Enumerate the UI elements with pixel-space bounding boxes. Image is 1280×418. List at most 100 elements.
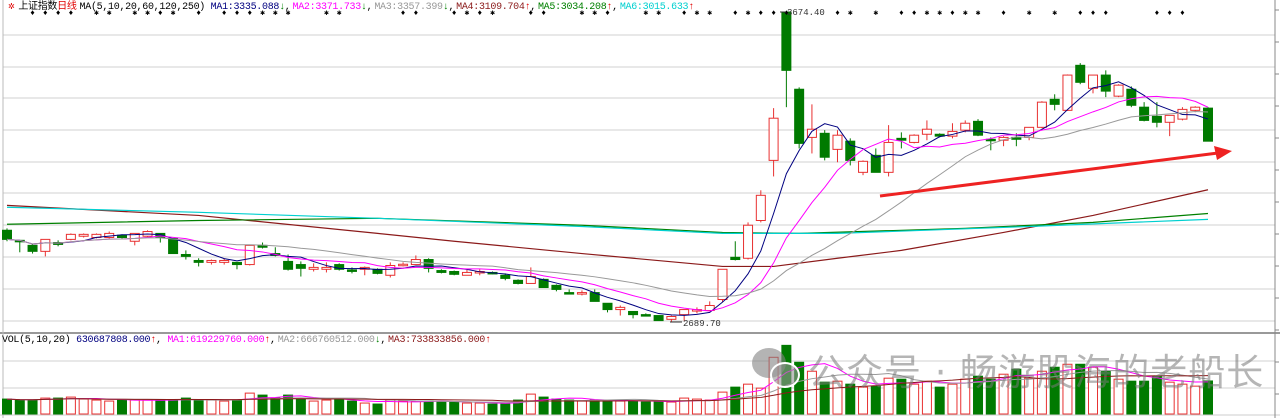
legend-ma6: MA6: 3015.633↑ <box>620 2 694 13</box>
candle-up <box>615 306 626 311</box>
candle-down <box>653 315 664 322</box>
volume-legend: VOL(5,10,20) 630687808.000↑, MA1: 619229… <box>2 335 492 346</box>
legend-label: MA4: <box>456 2 479 13</box>
volume-bar <box>65 396 76 415</box>
candle-up <box>1113 84 1124 97</box>
volume-bar <box>346 400 357 415</box>
diamond-marker-icon: ♦ <box>771 9 776 18</box>
candle-up <box>65 233 76 240</box>
diamond-marker-icon: ♦ <box>1091 9 1096 18</box>
high-price-label: 3674.40 <box>787 8 825 18</box>
volume-bar <box>730 386 741 415</box>
volume-bar <box>743 383 754 415</box>
diamond-marker-icon: ♦ <box>1078 9 1083 18</box>
candle-down <box>295 264 306 269</box>
volume-bar <box>2 398 12 415</box>
star-marker-icon: ✱ <box>1027 9 1032 18</box>
volume-bar <box>474 402 485 415</box>
price-legend: ✲ 上证指数日线 MA(5,10,20,60,120,250) MA1: 3335.… <box>8 1 696 13</box>
star-marker-icon: ✱ <box>746 9 751 18</box>
legend-value: 619229760.000 <box>190 335 265 346</box>
diamond-marker-icon: ♦ <box>950 9 955 18</box>
volume-bar <box>487 403 498 415</box>
star-marker-icon: ✱ <box>1052 9 1057 18</box>
candle-down <box>896 137 907 141</box>
candle-up <box>461 271 472 276</box>
volume-bar <box>308 400 319 415</box>
diamond-marker-icon: ♦ <box>899 9 904 18</box>
legend-label: MA3: <box>388 335 411 346</box>
volume-bar <box>653 401 664 415</box>
candle-up <box>1062 74 1073 111</box>
volume-bar <box>589 399 600 415</box>
candle-up <box>576 292 587 295</box>
star-marker-icon: ✱ <box>925 9 930 18</box>
diamond-marker-icon: ♦ <box>758 9 763 18</box>
star-marker-icon: ✱ <box>976 9 981 18</box>
candle-down <box>513 279 524 284</box>
diamond-marker-icon: ♦ <box>1167 9 1172 18</box>
legend-label: MA2: <box>292 2 316 13</box>
candle-up <box>883 141 894 173</box>
volume-bar <box>525 393 536 415</box>
candle-up <box>40 238 51 252</box>
candle-up <box>1190 106 1201 111</box>
candle-up <box>321 266 332 270</box>
diamond-marker-icon: ♦ <box>1180 9 1185 18</box>
volume-bar <box>666 401 677 415</box>
candle-down <box>500 274 511 279</box>
volume-bar <box>461 402 472 415</box>
legend-label: MA1: <box>167 335 191 346</box>
legend-label: MA5: <box>537 2 561 13</box>
volume-bar <box>104 400 115 415</box>
volume-bar <box>155 399 166 415</box>
volume-bar <box>398 400 409 415</box>
ma-line-ma5 <box>6 212 1209 235</box>
ma-params: MA(5,10,20,60,120,250) <box>79 2 206 13</box>
ma-line-ma3 <box>6 110 1209 297</box>
candle-down <box>794 88 805 144</box>
legend-value: 3357.399 <box>397 2 443 13</box>
candle-down <box>1100 74 1111 92</box>
candle-down <box>1049 98 1060 105</box>
star-marker-icon: ✱ <box>707 9 712 18</box>
volume-bar <box>78 398 89 415</box>
gear-icon[interactable]: ✲ <box>8 2 15 13</box>
wechat-icon-secondary <box>770 362 800 388</box>
period-label[interactable]: 日线 <box>57 1 77 12</box>
candle-down <box>602 302 613 311</box>
watermark-text: 公众号 · 畅游股海的老船长 <box>808 351 1265 394</box>
candle-up <box>909 134 920 143</box>
volume-bar <box>142 399 153 415</box>
candle-up <box>679 309 690 316</box>
legend-label: MA3: <box>374 2 398 13</box>
diamond-marker-icon: ♦ <box>733 9 738 18</box>
volume-bar <box>372 403 383 415</box>
star-marker-icon: ✱ <box>963 9 968 18</box>
candle-down <box>1075 64 1086 83</box>
candle-up <box>308 266 319 270</box>
candle-down <box>628 310 639 316</box>
candle-up <box>1088 74 1099 89</box>
candle-down <box>640 314 651 317</box>
volume-bar <box>615 400 626 415</box>
volume-bar <box>500 403 511 415</box>
volume-bar <box>116 399 127 415</box>
legend-ma3: MA3: 733833856.000↑ <box>388 335 491 346</box>
volume-bar <box>180 397 191 415</box>
candle-up <box>219 259 230 263</box>
candle-up <box>206 259 217 263</box>
volume-bar <box>14 399 25 415</box>
candle-up <box>960 122 971 131</box>
candle-up <box>1164 114 1175 123</box>
candle-down <box>730 256 741 261</box>
volume-ma-legend-values: MA1: 619229760.000↑, MA2: 666760512.000↓,… <box>167 335 492 346</box>
legend-ma1: MA1: 3335.088↓, <box>210 2 291 13</box>
arrow-up-icon: ↑ <box>688 2 694 13</box>
volume-bar <box>295 397 306 415</box>
candle-down <box>1126 88 1137 106</box>
candle-down <box>193 259 204 263</box>
volume-bar <box>53 397 64 415</box>
volume-bar <box>359 402 370 415</box>
candle-down <box>1139 106 1150 121</box>
